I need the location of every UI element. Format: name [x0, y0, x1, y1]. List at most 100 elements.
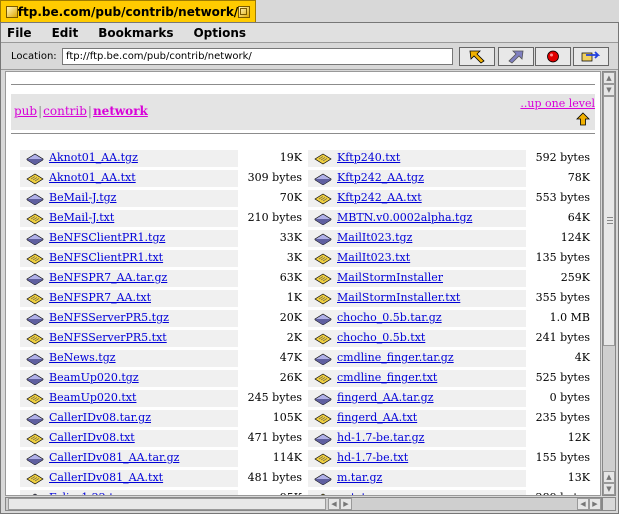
archive-file-icon[interactable]	[314, 430, 332, 446]
file-link[interactable]: Kftp242_AA.tgz	[337, 171, 424, 184]
file-link[interactable]: BeNews.tgz	[49, 351, 116, 364]
text-file-icon[interactable]	[26, 430, 44, 445]
scroll-up-bottom-icon[interactable]: ▲	[603, 471, 615, 483]
file-link[interactable]: BeNFSPR7_AA.tar.gz	[49, 271, 167, 284]
text-file-icon[interactable]	[314, 290, 332, 305]
archive-file-icon[interactable]	[314, 390, 332, 406]
archive-file-icon[interactable]	[26, 410, 44, 426]
file-link[interactable]: BeNFSClientPR1.txt	[49, 251, 163, 264]
file-link[interactable]: BeNFSServerPR5.tgz	[49, 311, 169, 324]
scroll-left-icon[interactable]: ◀	[577, 498, 589, 510]
file-link[interactable]: cmdline_finger.tar.gz	[337, 351, 454, 364]
file-link[interactable]: Kftp242_AA.txt	[337, 191, 422, 204]
archive-file-icon[interactable]	[26, 230, 44, 246]
file-link[interactable]: MailStormInstaller.txt	[337, 291, 460, 304]
scroll-right-mid-icon[interactable]: ▶	[340, 498, 352, 510]
file-link[interactable]: hd-1.7-be.txt	[337, 451, 408, 464]
archive-file-icon[interactable]	[26, 370, 44, 386]
text-file-icon[interactable]	[314, 370, 332, 385]
menu-file[interactable]: File	[7, 26, 32, 40]
text-file-icon[interactable]	[314, 270, 332, 285]
file-link[interactable]: cmdline_finger.txt	[337, 371, 437, 384]
scroll-down-icon[interactable]: ▼	[603, 483, 615, 495]
file-link[interactable]: Aknot01_AA.tgz	[49, 151, 138, 164]
file-link[interactable]: hd-1.7-be.tar.gz	[337, 431, 424, 444]
archive-file-icon[interactable]	[26, 190, 44, 206]
vertical-scrollbar[interactable]: ▲ ▼ ▲ ▼	[602, 71, 616, 496]
scroll-left-mid-icon[interactable]: ◀	[328, 498, 340, 510]
file-link[interactable]: MBTN.v0.0002alpha.tgz	[337, 211, 472, 224]
file-link[interactable]: CallerIDv081_AA.tar.gz	[49, 451, 179, 464]
file-link[interactable]: m.tar.gz	[337, 471, 382, 484]
file-link[interactable]: chocho_0.5b.tar.gz	[337, 311, 442, 324]
file-link[interactable]: BeMail-J.tgz	[49, 191, 116, 204]
text-file-icon[interactable]	[314, 150, 332, 165]
file-link[interactable]: BeNFSServerPR5.txt	[49, 331, 167, 344]
archive-file-icon[interactable]	[314, 350, 332, 366]
archive-file-icon[interactable]	[314, 230, 332, 246]
file-link[interactable]: BeNFSClientPR1.tgz	[49, 231, 165, 244]
file-link[interactable]: BeNFSPR7_AA.txt	[49, 291, 151, 304]
horizontal-scrollbar[interactable]: ◀ ▶ ◀ ▶	[5, 497, 602, 511]
back-button[interactable]	[459, 47, 495, 66]
file-link[interactable]: chocho_0.5b.txt	[337, 331, 425, 344]
file-link[interactable]: BeamUp020.txt	[49, 391, 136, 404]
menu-edit[interactable]: Edit	[52, 26, 79, 40]
file-link[interactable]: MailStormInstaller	[337, 271, 443, 284]
breadcrumb-pub[interactable]: pub	[14, 104, 37, 118]
text-file-icon[interactable]	[26, 470, 44, 485]
file-link[interactable]: CallerIDv08.txt	[49, 431, 135, 444]
title-tab[interactable]: ftp.be.com/pub/contrib/network/	[0, 0, 256, 22]
text-file-icon[interactable]	[26, 390, 44, 405]
horizontal-scroll-thumb[interactable]	[8, 498, 326, 510]
home-button[interactable]	[573, 47, 609, 66]
resize-handle[interactable]	[602, 497, 616, 511]
location-input[interactable]	[62, 48, 453, 65]
file-link[interactable]: CallerIDv081_AA.txt	[49, 471, 163, 484]
file-link[interactable]: BeMail-J.txt	[49, 211, 114, 224]
text-file-icon[interactable]	[26, 290, 44, 305]
text-file-icon[interactable]	[26, 250, 44, 265]
file-link[interactable]: m.txt	[337, 491, 366, 495]
text-file-icon[interactable]	[26, 330, 44, 345]
menu-options[interactable]: Options	[193, 26, 246, 40]
archive-file-icon[interactable]	[26, 310, 44, 326]
text-file-icon[interactable]	[314, 410, 332, 425]
archive-file-icon[interactable]	[314, 310, 332, 326]
archive-file-icon[interactable]	[26, 450, 44, 466]
text-file-icon[interactable]	[314, 250, 332, 265]
file-link[interactable]: MailIt023.txt	[337, 251, 410, 264]
scroll-right-icon[interactable]: ▶	[589, 498, 601, 510]
archive-file-icon[interactable]	[26, 490, 44, 495]
text-file-icon[interactable]	[314, 490, 332, 495]
file-link[interactable]: fingerd_AA.txt	[337, 411, 417, 424]
file-link[interactable]: BeamUp020.tgz	[49, 371, 139, 384]
file-link[interactable]: Kftp240.txt	[337, 151, 400, 164]
archive-file-icon[interactable]	[26, 270, 44, 286]
file-link[interactable]: fingerd_AA.tar.gz	[337, 391, 434, 404]
file-link[interactable]: CallerIDv08.tar.gz	[49, 411, 151, 424]
text-file-icon[interactable]	[26, 210, 44, 225]
breadcrumb-contrib[interactable]: contrib	[43, 104, 87, 118]
archive-file-icon[interactable]	[314, 470, 332, 486]
archive-file-icon[interactable]	[26, 150, 44, 166]
text-file-icon[interactable]	[26, 170, 44, 185]
zoom-box-icon[interactable]	[238, 5, 250, 18]
breadcrumb-network[interactable]: network	[93, 104, 148, 118]
up-one-level-link[interactable]: ..up one level	[520, 97, 595, 110]
archive-file-icon[interactable]	[26, 350, 44, 366]
file-link[interactable]: Aknot01_AA.txt	[49, 171, 136, 184]
file-link[interactable]: Felix_1.22.tar.gz	[49, 491, 141, 495]
text-file-icon[interactable]	[314, 330, 332, 345]
text-file-icon[interactable]	[314, 450, 332, 465]
close-box-icon[interactable]	[6, 5, 18, 18]
archive-file-icon[interactable]	[314, 210, 332, 226]
scroll-up-icon[interactable]: ▲	[603, 72, 615, 84]
scroll-down-top-icon[interactable]: ▼	[603, 84, 615, 96]
archive-file-icon[interactable]	[314, 170, 332, 186]
menu-bookmarks[interactable]: Bookmarks	[98, 26, 173, 40]
up-arrow-icon[interactable]	[576, 112, 590, 126]
stop-button[interactable]	[535, 47, 571, 66]
file-link[interactable]: MailIt023.tgz	[337, 231, 412, 244]
text-file-icon[interactable]	[314, 190, 332, 205]
